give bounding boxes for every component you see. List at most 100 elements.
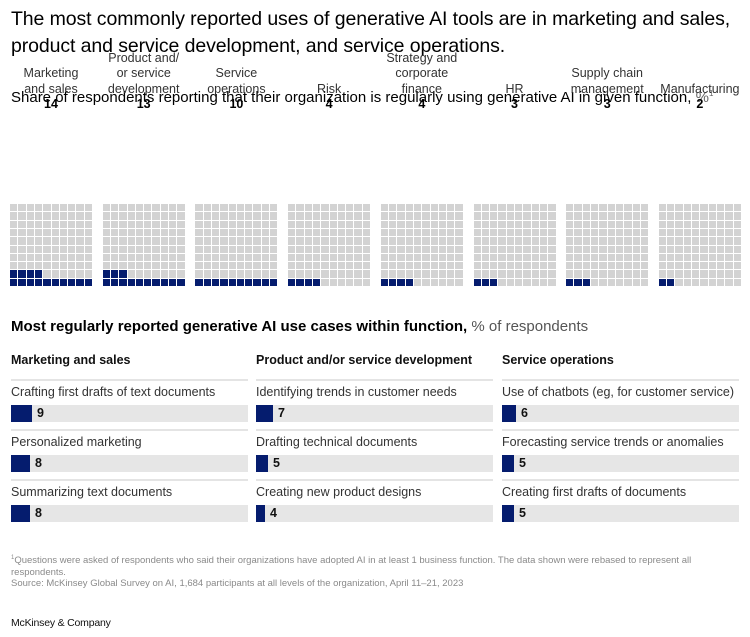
waffle-cell-empty xyxy=(716,262,725,270)
bar xyxy=(11,505,30,522)
waffle-cell-empty xyxy=(119,245,127,253)
waffle-cell-empty xyxy=(515,278,523,286)
waffle-cell-filled xyxy=(211,278,220,286)
waffle-cell-empty xyxy=(354,270,362,278)
waffle-cell-empty xyxy=(296,253,304,262)
waffle-cell-empty xyxy=(380,270,389,278)
waffle-cell-empty xyxy=(675,278,683,286)
waffle-cell-empty xyxy=(76,270,84,278)
waffle-cell-empty xyxy=(716,245,725,253)
waffle-cell-empty xyxy=(43,262,51,270)
waffle-cell-empty xyxy=(683,220,692,228)
bar-row: Drafting technical documents 5 xyxy=(256,429,493,479)
waffle-cell-empty xyxy=(599,204,607,212)
waffle-cell-empty xyxy=(700,212,708,220)
waffle-cell-empty xyxy=(531,270,539,278)
waffle-cell-empty xyxy=(362,228,371,237)
waffle-cell-empty xyxy=(498,220,506,228)
waffle-cell-empty xyxy=(102,212,110,220)
waffle-cell-empty xyxy=(76,262,84,270)
waffle-cell-empty xyxy=(312,228,321,237)
waffle-cell-empty xyxy=(447,228,455,237)
waffle-grid xyxy=(658,204,741,286)
waffle-cell-empty xyxy=(152,270,160,278)
waffle-cell-empty xyxy=(624,245,632,253)
bar-label: Creating new product designs xyxy=(256,485,422,499)
waffle-cell-empty xyxy=(506,262,514,270)
waffle-cell-empty xyxy=(708,212,716,220)
waffle-label-line: HR xyxy=(505,81,524,96)
waffle-cell-empty xyxy=(397,212,405,220)
waffle-cell-empty xyxy=(270,220,278,228)
waffle-cell-empty xyxy=(523,245,531,253)
waffle-cell-empty xyxy=(574,212,582,220)
waffle-cell-empty xyxy=(640,212,649,220)
waffle-cell-empty xyxy=(506,237,514,245)
waffle-cell-empty xyxy=(253,220,261,228)
waffle-cell-empty xyxy=(312,253,321,262)
waffle-cell-empty xyxy=(708,220,716,228)
waffle-cell-empty xyxy=(380,228,389,237)
bar-label: Drafting technical documents xyxy=(256,435,418,449)
waffle-cell-empty xyxy=(422,212,430,220)
waffle-cell-empty xyxy=(84,270,92,278)
waffle-cell-empty xyxy=(582,237,591,245)
waffle-cell-empty xyxy=(236,212,245,220)
waffle-cell-filled xyxy=(261,278,270,286)
waffle-cell-empty xyxy=(733,212,741,220)
waffle-cell-empty xyxy=(261,245,270,253)
waffle-cell-empty xyxy=(59,253,68,262)
waffle-cell-empty xyxy=(288,220,296,228)
waffle-cell-empty xyxy=(84,212,92,220)
waffle-cell-empty xyxy=(127,204,135,212)
waffle-cell-filled xyxy=(76,278,84,286)
waffle-cell-empty xyxy=(102,220,110,228)
waffle-value: 14 xyxy=(44,97,58,111)
waffle-cell-empty xyxy=(397,245,405,253)
waffle-cell-empty xyxy=(591,220,599,228)
waffle-cell-empty xyxy=(10,253,18,262)
waffle-cell-empty xyxy=(607,228,615,237)
waffle-cell-filled xyxy=(270,278,278,286)
waffle-cell-empty xyxy=(220,270,228,278)
waffle-cell-empty xyxy=(389,253,397,262)
waffle-cell-empty xyxy=(447,237,455,245)
waffle-label-line: Strategy and xyxy=(386,50,458,65)
waffle-cell-empty xyxy=(455,212,463,220)
waffle-cell-empty xyxy=(203,212,211,220)
waffle-cell-empty xyxy=(119,212,127,220)
waffle-cell-empty xyxy=(10,237,18,245)
waffle-cell-empty xyxy=(304,237,312,245)
waffle-cell-empty xyxy=(640,278,649,286)
waffle-cell-empty xyxy=(397,253,405,262)
waffle-cell-empty xyxy=(43,237,51,245)
waffle-cell-empty xyxy=(43,270,51,278)
waffle-cell-empty xyxy=(481,262,490,270)
waffle-cell-empty xyxy=(296,228,304,237)
waffle-cell-empty xyxy=(68,220,76,228)
waffle-cell-empty xyxy=(195,212,203,220)
waffle-cell-empty xyxy=(498,245,506,253)
waffle-cell-empty xyxy=(397,262,405,270)
waffle-cell-empty xyxy=(413,262,422,270)
waffle-cell-empty xyxy=(683,212,692,220)
waffle-cell-empty xyxy=(708,253,716,262)
waffle-cell-empty xyxy=(304,220,312,228)
waffle-cell-empty xyxy=(413,220,422,228)
waffle-cell-empty xyxy=(337,220,346,228)
waffle-cell-empty xyxy=(102,237,110,245)
waffle-cell-empty xyxy=(405,270,413,278)
waffle-cell-empty xyxy=(523,228,531,237)
waffle-cell-empty xyxy=(473,253,481,262)
waffle-cell-empty xyxy=(296,237,304,245)
waffle-cell-empty xyxy=(675,212,683,220)
waffle-cell-empty xyxy=(455,270,463,278)
waffle-label-line: Service xyxy=(215,66,258,80)
waffle-cell-empty xyxy=(119,228,127,237)
waffle-cell-empty xyxy=(733,228,741,237)
waffle-cell-empty xyxy=(26,253,34,262)
waffle-cell-empty xyxy=(658,270,667,278)
waffle-label-line: corporate xyxy=(395,66,449,80)
waffle-cell-empty xyxy=(574,253,582,262)
waffle-cell-empty xyxy=(481,212,490,220)
